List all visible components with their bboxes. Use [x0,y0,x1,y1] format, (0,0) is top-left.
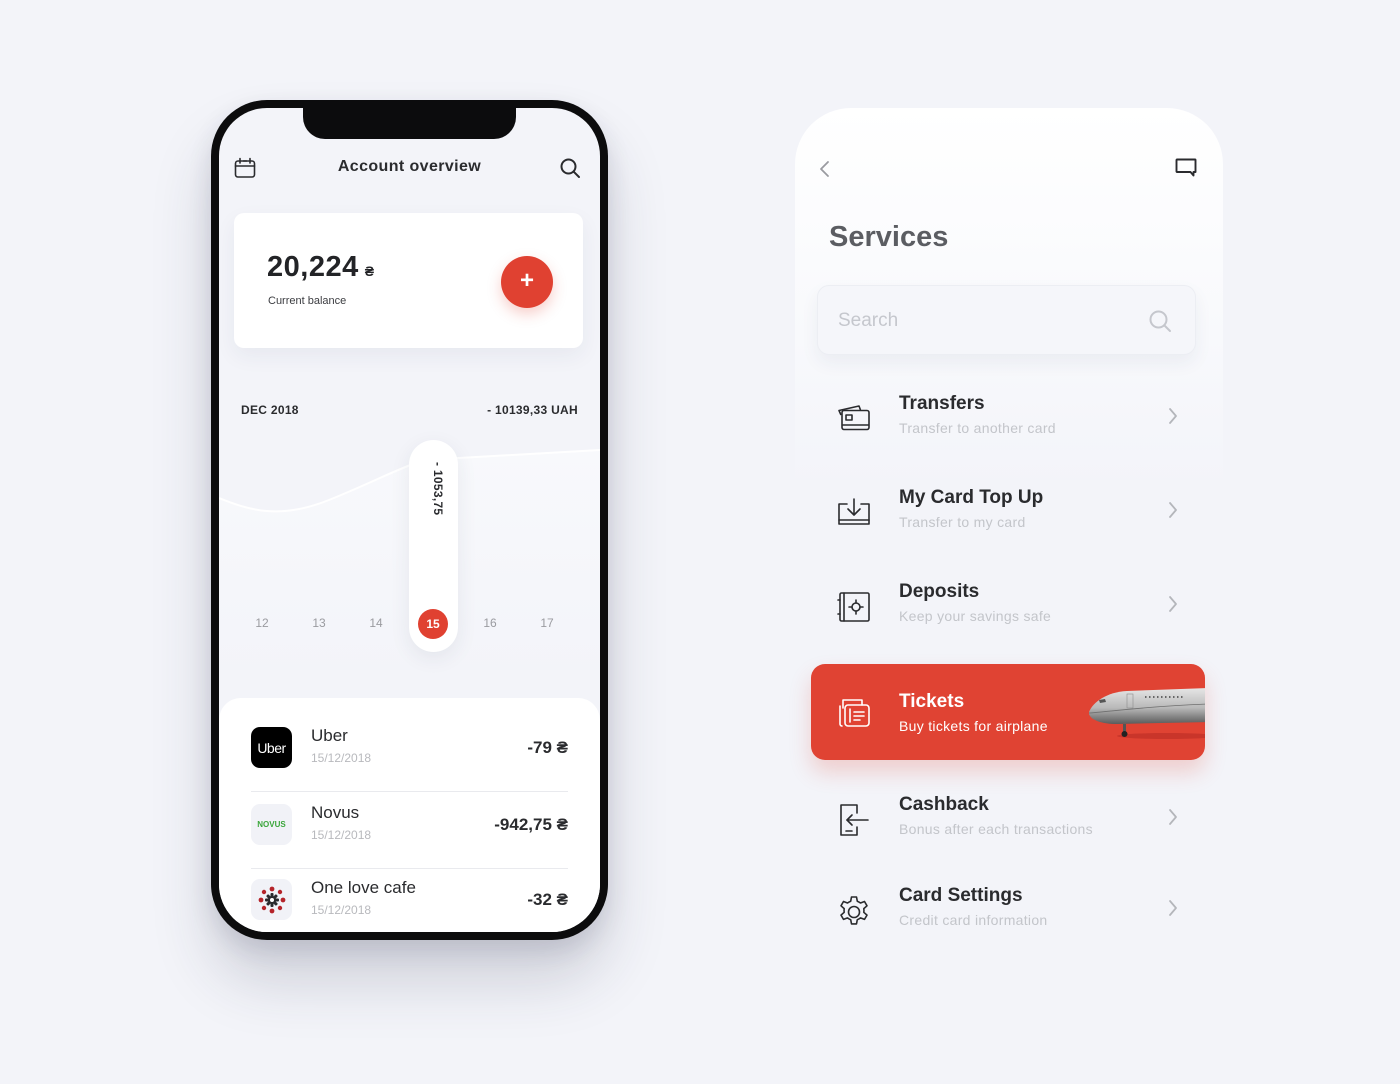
flower-ornament-icon [258,886,285,913]
app-header: Account overview [219,152,600,184]
account-overview-screen: Account overview 20,224 ₴ Current balance… [219,108,600,932]
service-item-tickets[interactable]: Tickets Buy tickets for airplane [811,664,1205,760]
selected-day-value: - 1053,75 [431,462,445,516]
gear-icon [835,892,873,930]
chevron-right-icon [1167,898,1179,918]
transaction-row[interactable]: One love cafe 15/12/2018 -32 ₴ [251,868,568,932]
day-selected[interactable]: 15 [418,609,448,639]
service-item-card-top-up[interactable]: My Card Top Up Transfer to my card [811,466,1205,556]
spending-chart: - 1053,75 12 13 14 15 16 17 [219,438,600,678]
merchant-name: One love cafe [311,878,416,897]
service-label: Card Settings [899,885,1023,906]
transaction-amount: -79 ₴ [527,738,568,757]
service-item-deposits[interactable]: Deposits Keep your savings safe [811,560,1205,650]
transaction-date: 15/12/2018 [311,828,372,842]
day-item[interactable]: 12 [247,616,277,630]
day-item[interactable]: 16 [475,616,505,630]
day-item[interactable]: 14 [361,616,391,630]
service-description: Credit card information [899,912,1048,928]
uber-logo: Uber [251,727,292,768]
transaction-row[interactable]: Uber Uber 15/12/2018 -79 ₴ [251,716,568,792]
airplane-illustration [1088,688,1205,739]
page-title: Account overview [337,158,482,175]
merchant-name: Novus [311,803,360,822]
transaction-amount: -942,75 ₴ [494,815,568,834]
chevron-right-icon [1167,594,1179,614]
service-item-cashback[interactable]: Cashback Bonus after each transactions [811,773,1205,863]
tickets-icon [835,694,873,732]
day-item[interactable]: 13 [304,616,334,630]
back-chevron-icon[interactable] [817,158,833,180]
service-item-card-settings[interactable]: Card Settings Credit card information [811,864,1205,954]
phone-mockup: Account overview 20,224 ₴ Current balance… [211,100,608,940]
novus-logo: NOVUS [251,804,292,845]
divider [251,791,568,792]
service-description: Transfer to another card [899,420,1056,436]
transaction-date: 15/12/2018 [311,903,372,917]
service-label: Cashback [899,794,989,815]
merchant-name: Uber [311,726,348,745]
phone-notch [303,108,516,139]
currency-symbol: ₴ [364,263,375,279]
service-item-transfers[interactable]: Transfers Transfer to another card [811,372,1205,462]
service-label: Tickets [899,691,965,712]
service-description: Transfer to my card [899,514,1026,530]
period-total: - 10139,33 UAH [487,403,578,417]
balance-card: 20,224 ₴ Current balance + [234,213,583,348]
download-card-icon [835,494,873,532]
services-screen: Services Transfers Transfer to another c… [795,108,1223,958]
balance-label: Current balance [268,295,347,307]
day-item[interactable]: 17 [532,616,562,630]
service-description: Keep your savings safe [899,608,1052,624]
search-icon[interactable] [558,156,582,180]
cashback-icon [835,801,873,839]
balance-amount: 20,224 ₴ [267,251,375,284]
balance-value: 20,224 [267,251,359,283]
chevron-right-icon [1167,807,1179,827]
cafe-logo [251,879,292,920]
transactions-list: Uber Uber 15/12/2018 -79 ₴ NOVUS Novus 1… [219,698,600,932]
service-description: Buy tickets for airplane [899,718,1048,734]
cards-icon [835,400,873,438]
chevron-right-icon [1167,406,1179,426]
search-icon[interactable] [1147,308,1173,334]
period-label: DEC 2018 [241,403,299,417]
safe-icon [835,588,873,626]
chat-icon[interactable] [1174,155,1198,179]
service-description: Bonus after each transactions [899,821,1093,837]
service-label: Transfers [899,393,985,414]
transaction-amount: -32 ₴ [527,890,568,909]
add-funds-button[interactable]: + [501,256,553,308]
transaction-date: 15/12/2018 [311,751,372,765]
search-field[interactable] [817,285,1196,355]
service-label: Deposits [899,581,980,602]
search-input[interactable] [838,306,1138,336]
services-title: Services [829,221,949,253]
service-label: My Card Top Up [899,487,1044,508]
chevron-right-icon [1167,500,1179,520]
transaction-row[interactable]: NOVUS Novus 15/12/2018 -942,75 ₴ [251,793,568,869]
